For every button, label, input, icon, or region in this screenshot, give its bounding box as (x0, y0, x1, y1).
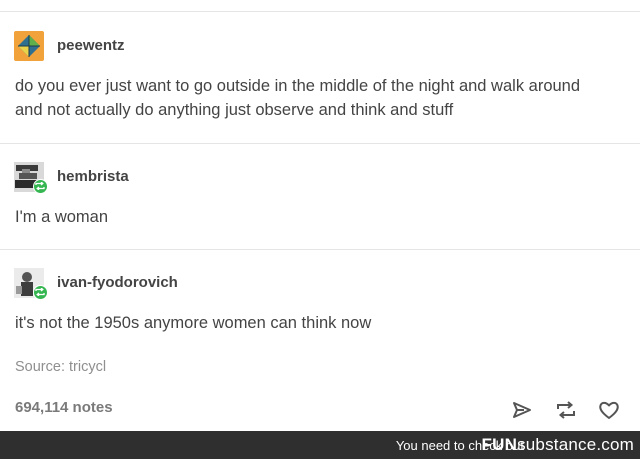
notes-count[interactable]: 694,114 notes (15, 399, 113, 416)
post-divider (0, 143, 640, 144)
reblog-icon (35, 182, 45, 190)
logo-substance: substance (517, 435, 597, 454)
post-text: I'm a woman (15, 205, 635, 229)
post-text-line: I'm a woman (15, 208, 109, 226)
avatar-peewentz[interactable] (14, 31, 44, 61)
username-ivan-fyodorovich[interactable]: ivan-fyodorovich (57, 274, 178, 291)
heart-icon (599, 401, 619, 419)
post-text: do you ever just want to go outside in t… (15, 74, 635, 122)
reblog-icon (35, 288, 45, 296)
logo-fun: FUN (481, 435, 518, 454)
source-link[interactable]: Source: tricycl (15, 359, 106, 375)
top-divider (0, 11, 640, 12)
post-divider (0, 249, 640, 250)
post-text-line: do you ever just want to go outside in t… (15, 77, 581, 95)
like-button[interactable] (597, 398, 621, 422)
orange-diamond-avatar-icon (14, 31, 44, 61)
logo-suffix: .com (596, 435, 634, 454)
username-peewentz[interactable]: peewentz (57, 37, 125, 54)
reblog-badge (33, 285, 48, 300)
avatar-ivan-fyodorovich[interactable] (14, 268, 48, 300)
reblog-icon (557, 401, 575, 419)
username-hembrista[interactable]: hembrista (57, 168, 129, 185)
share-icon (513, 402, 531, 418)
reblog-badge (33, 179, 48, 194)
post-text: it's not the 1950s anymore women can thi… (15, 311, 635, 335)
reblog-button[interactable] (554, 398, 578, 422)
post-text-line: and not actually do anything just observ… (15, 101, 454, 119)
watermark-bar: You need to check out FUNsubstance.com (0, 431, 640, 459)
avatar-hembrista[interactable] (14, 162, 48, 194)
share-button[interactable] (510, 398, 534, 422)
funsubstance-logo: FUNsubstance.com (482, 435, 634, 455)
post-text-line: it's not the 1950s anymore women can thi… (15, 314, 372, 332)
